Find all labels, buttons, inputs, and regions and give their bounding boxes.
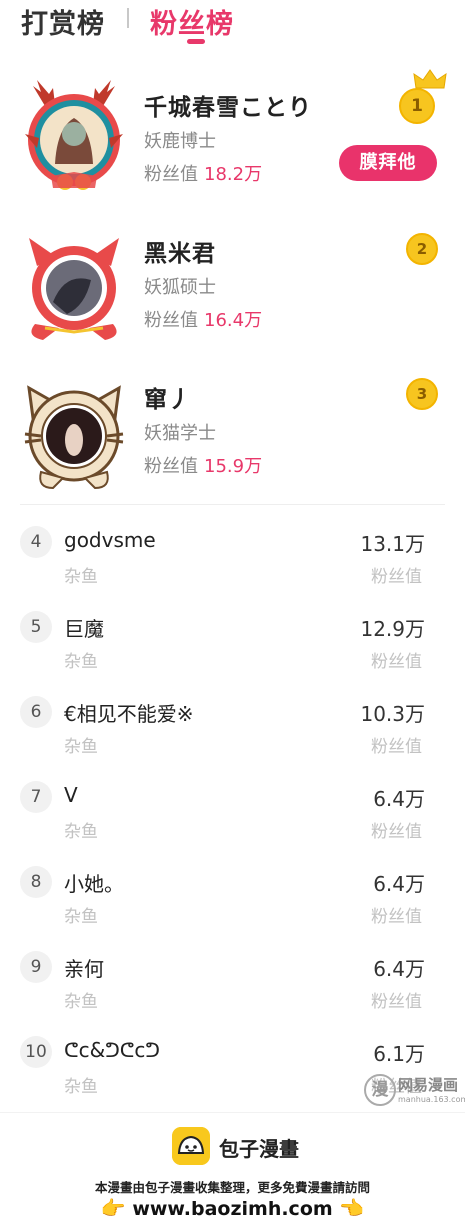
fans-value: 13.1万: [360, 532, 425, 556]
fans-value-label: 粉丝值: [144, 456, 198, 477]
fans-value-label: 粉丝值: [371, 567, 422, 587]
top-user-fans: 粉丝值 18.2万: [144, 160, 262, 186]
user-name[interactable]: 巨魔: [64, 613, 104, 642]
crown-icon: [413, 69, 447, 89]
list-item[interactable]: 5 巨魔 杂鱼 12.9万 粉丝值: [0, 603, 465, 683]
list-item[interactable]: 9 亲何 杂鱼 6.4万 粉丝值: [0, 943, 465, 1023]
footer-url-text[interactable]: www.baozimh.com: [132, 1198, 332, 1220]
user-tag: 杂鱼: [64, 737, 98, 757]
user-tag: 杂鱼: [64, 1077, 98, 1097]
active-tab-indicator: [187, 39, 205, 44]
list-item[interactable]: 4 godvsme 杂鱼 13.1万 粉丝值: [0, 518, 465, 598]
deer-avatar-icon[interactable]: [15, 78, 133, 196]
top-rank-entry-3[interactable]: 窜丿 妖猫学士 粉丝值 15.9万 3: [0, 372, 465, 502]
fans-value-number: 16.4万: [204, 310, 263, 331]
list-item[interactable]: 8 小她。 杂鱼 6.4万 粉丝值: [0, 858, 465, 938]
user-tag: 杂鱼: [64, 992, 98, 1012]
fans-value-label: 粉丝值: [371, 652, 422, 672]
baozi-logo-icon: [172, 1127, 210, 1165]
fans-value-label: 粉丝值: [371, 737, 422, 757]
pointing-left-icon: 👈: [339, 1196, 365, 1220]
user-tag: 杂鱼: [64, 907, 98, 927]
fans-value-label: 粉丝值: [144, 310, 198, 331]
user-name[interactable]: V: [64, 783, 78, 807]
fans-value-label: 粉丝值: [144, 164, 198, 185]
fans-value-label: 粉丝值: [371, 822, 422, 842]
fans-value: 6.4万: [373, 872, 425, 896]
tab-separator: [127, 8, 129, 28]
rank-medal-3: 3: [406, 378, 438, 410]
user-tag: 杂鱼: [64, 567, 98, 587]
baozi-footer: 包子漫畫 本漫畫由包子漫畫收集整理，更多免費漫畫請訪問 👉 www.baozim…: [0, 1112, 465, 1230]
list-item[interactable]: 6 €相见不能爱※ 杂鱼 10.3万 粉丝值: [0, 688, 465, 768]
fans-value-label: 粉丝值: [371, 992, 422, 1012]
cat-avatar-icon[interactable]: [15, 378, 133, 496]
rank-number: 10: [20, 1036, 52, 1068]
baozi-brand-name: 包子漫畫: [219, 1137, 299, 1161]
user-name[interactable]: €相见不能爱※: [64, 698, 193, 727]
top-user-fans: 粉丝值 15.9万: [144, 452, 262, 478]
rank-number: 4: [20, 526, 52, 558]
user-name[interactable]: godvsme: [64, 528, 156, 552]
rank-medal-1: 1: [399, 88, 435, 124]
fox-avatar-icon[interactable]: [15, 232, 133, 350]
fans-value-label: 粉丝值: [371, 907, 422, 927]
watermark-url: manhua.163.com: [398, 1095, 465, 1104]
rank-number: 8: [20, 866, 52, 898]
rank-number: 9: [20, 951, 52, 983]
top-user-name[interactable]: 窜丿: [144, 380, 192, 414]
watermark-logo-icon: 漫: [364, 1074, 396, 1106]
netease-manhua-watermark: 漫 网易漫画 manhua.163.com: [362, 1071, 465, 1111]
pointing-right-icon: 👉: [100, 1196, 126, 1220]
user-name[interactable]: 亲何: [64, 953, 104, 982]
fans-value: 6.4万: [373, 957, 425, 981]
watermark-title: 网易漫画: [398, 1076, 459, 1094]
rank-number: 6: [20, 696, 52, 728]
rank-number: 7: [20, 781, 52, 813]
tab-fans-ranking[interactable]: 粉丝榜: [150, 2, 234, 41]
top-user-title: 妖鹿博士: [144, 131, 216, 152]
top-user-title: 妖狐硕士: [144, 277, 216, 298]
top-user-fans: 粉丝值 16.4万: [144, 306, 262, 332]
user-name[interactable]: 小她。: [64, 868, 124, 897]
fans-value-number: 18.2万: [204, 164, 263, 185]
fans-value: 6.4万: [373, 787, 425, 811]
worship-button[interactable]: 膜拜他: [339, 145, 437, 181]
user-name[interactable]: ᕦc&ᕤᕦcᕤ: [64, 1038, 160, 1062]
ranking-tabs: 打赏榜 粉丝榜: [0, 0, 465, 50]
user-tag: 杂鱼: [64, 822, 98, 842]
fans-value: 12.9万: [360, 617, 425, 641]
rank-number: 5: [20, 611, 52, 643]
footer-url[interactable]: 👉 www.baozimh.com 👈: [0, 1196, 465, 1220]
fans-value-number: 15.9万: [204, 456, 263, 477]
footer-note: 本漫畫由包子漫畫收集整理，更多免費漫畫請訪問: [94, 1180, 370, 1195]
top-user-name[interactable]: 千城春雪ことり: [144, 88, 312, 122]
rank-medal-2: 2: [406, 233, 438, 265]
top-rank-entry-2[interactable]: 黑米君 妖狐硕士 粉丝值 16.4万 2: [0, 226, 465, 356]
tab-reward-ranking[interactable]: 打赏榜: [21, 2, 105, 41]
user-tag: 杂鱼: [64, 652, 98, 672]
section-divider: [20, 504, 445, 505]
list-item[interactable]: 7 V 杂鱼 6.4万 粉丝值: [0, 773, 465, 853]
top-user-name[interactable]: 黑米君: [144, 234, 216, 268]
fans-value: 6.1万: [373, 1042, 425, 1066]
fans-value: 10.3万: [360, 702, 425, 726]
top-user-title: 妖猫学士: [144, 423, 216, 444]
